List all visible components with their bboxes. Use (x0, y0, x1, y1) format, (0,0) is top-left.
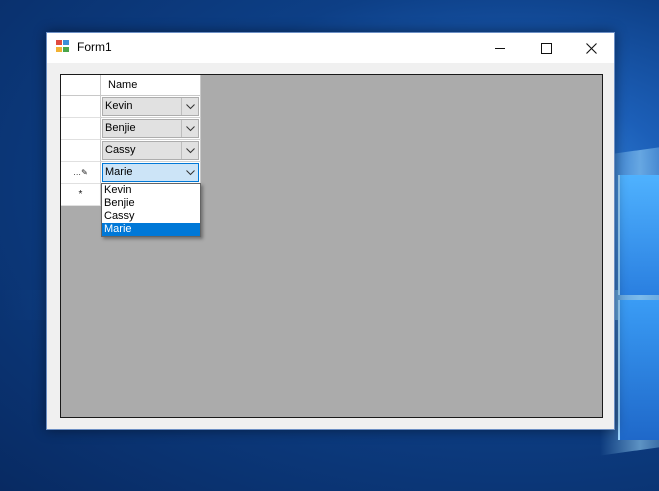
row-header[interactable] (61, 96, 101, 118)
dropdown-option[interactable]: Cassy (102, 210, 200, 223)
name-cell[interactable]: Marie (101, 162, 201, 184)
pencil-icon: …✎ (73, 168, 88, 177)
asterisk-icon: * (78, 189, 83, 200)
combobox-value: Cassy (105, 144, 136, 156)
name-cell[interactable]: Cassy (101, 140, 201, 162)
form-window: Form1 Name Kevin Benjie Cassy …✎ Marie *… (46, 32, 615, 430)
chevron-down-icon[interactable] (181, 98, 198, 115)
grid-corner-header[interactable] (61, 75, 101, 96)
table-row[interactable]: Cassy (61, 140, 201, 162)
name-combobox[interactable]: Cassy (102, 141, 199, 160)
row-header[interactable]: …✎ (61, 162, 101, 184)
dropdown-option-selected[interactable]: Marie (102, 223, 200, 236)
dropdown-option[interactable]: Kevin (102, 184, 200, 197)
maximize-button[interactable] (523, 33, 569, 63)
dropdown-option[interactable]: Benjie (102, 197, 200, 210)
chevron-down-icon[interactable] (181, 120, 198, 137)
combobox-value: Marie (105, 166, 133, 178)
name-combobox[interactable]: Benjie (102, 119, 199, 138)
table-row[interactable]: Benjie (61, 118, 201, 140)
column-header-name[interactable]: Name (101, 75, 201, 96)
name-cell[interactable]: Benjie (101, 118, 201, 140)
row-header[interactable]: * (61, 184, 101, 206)
combobox-value: Benjie (105, 122, 136, 134)
minimize-button[interactable] (477, 33, 523, 63)
name-combobox[interactable]: Kevin (102, 97, 199, 116)
maximize-icon (540, 42, 552, 54)
minimize-icon (495, 47, 505, 49)
app-icon[interactable] (56, 40, 71, 54)
row-header[interactable] (61, 118, 101, 140)
desktop-wallpaper-pane (618, 175, 659, 295)
close-icon (585, 42, 597, 54)
row-header[interactable] (61, 140, 101, 162)
table-row[interactable]: Kevin (61, 96, 201, 118)
title-bar[interactable]: Form1 (47, 33, 614, 63)
close-button[interactable] (568, 33, 614, 63)
name-cell[interactable]: Kevin (101, 96, 201, 118)
combobox-dropdown-list[interactable]: Kevin Benjie Cassy Marie (101, 183, 201, 237)
new-row[interactable]: * (61, 184, 101, 206)
desktop-wallpaper-pane (618, 300, 659, 440)
chevron-down-icon[interactable] (181, 142, 198, 159)
chevron-down-icon[interactable] (181, 164, 198, 181)
window-title: Form1 (77, 40, 112, 54)
combobox-value: Kevin (105, 100, 133, 112)
table-row[interactable]: …✎ Marie (61, 162, 201, 184)
name-combobox-active[interactable]: Marie (102, 163, 199, 182)
data-grid-view[interactable]: Name Kevin Benjie Cassy …✎ Marie * (60, 74, 603, 418)
